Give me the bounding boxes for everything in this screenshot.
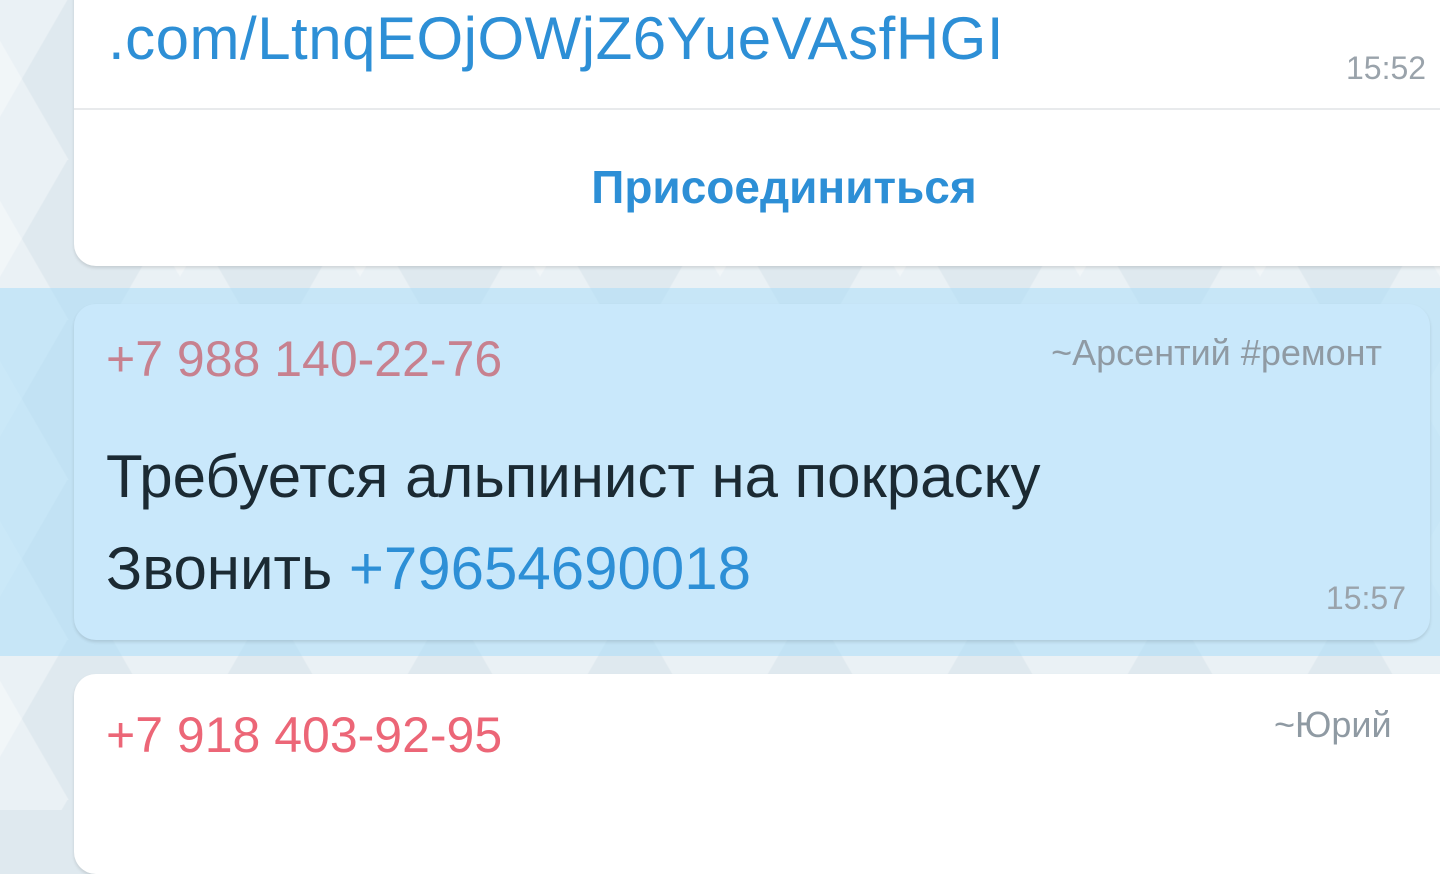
divider [74, 108, 1440, 110]
sender-name: ~Юрий [1274, 704, 1392, 745]
sender-phone[interactable]: +7 918 403-92-95 [106, 706, 502, 764]
message-bubble[interactable]: +7 918 403-92-95 ~Юрий [74, 674, 1440, 874]
message-text-line: Звонить +79654690018 [106, 534, 751, 603]
sender-phone[interactable]: +7 988 140-22-76 [106, 330, 502, 388]
message-time: 15:57 [1325, 580, 1406, 616]
invite-link[interactable]: .com/LtnqEOjOWjZ6YueVAsfHGI [108, 4, 1004, 73]
phone-link[interactable]: +79654690018 [349, 535, 751, 602]
join-button[interactable]: Присоединиться [74, 112, 1440, 262]
message-bubble[interactable]: +7 988 140-22-76 ~Арсентий #ремонт Требу… [74, 304, 1430, 640]
message-text-prefix: Звонить [106, 535, 349, 602]
invite-message-bubble[interactable]: .com/LtnqEOjOWjZ6YueVAsfHGI 15:52 Присое… [74, 0, 1440, 266]
sender-name: ~Арсентий #ремонт [1051, 332, 1382, 373]
message-time: 15:52 [1346, 50, 1427, 86]
message-text-line: Требуется альпинист на покраску [106, 443, 1041, 510]
